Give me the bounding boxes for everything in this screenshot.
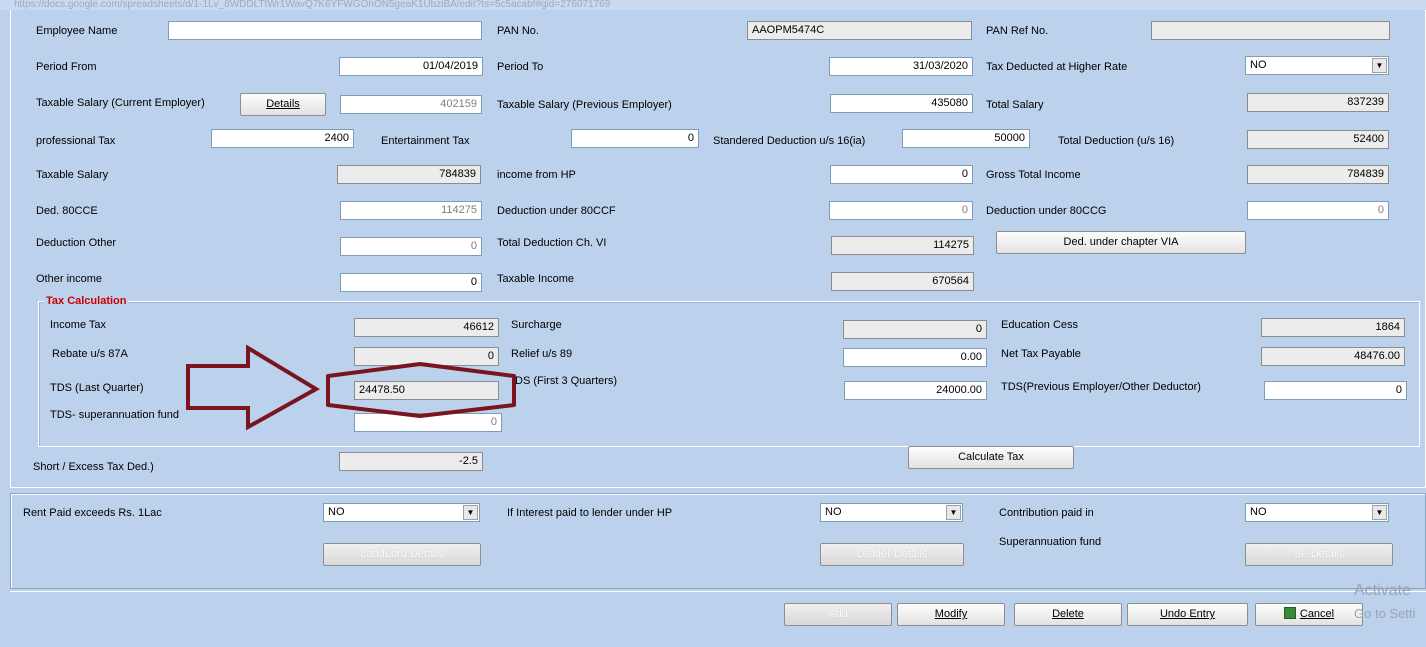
- calculate-tax-label: Calculate Tax: [958, 451, 1024, 463]
- add-button[interactable]: Add: [784, 603, 892, 626]
- cancel-button[interactable]: Cancel: [1255, 603, 1363, 626]
- modify-label: Modify: [934, 608, 968, 620]
- interest-lender-value: NO: [825, 506, 842, 518]
- modify-button[interactable]: Modify: [897, 603, 1005, 626]
- undo-entry-label: Undo Entry: [1159, 608, 1216, 620]
- sf-details-button[interactable]: SF Details: [1245, 543, 1393, 566]
- interest-lender-select[interactable]: NO ▼: [820, 503, 963, 522]
- short-excess-field[interactable]: -2.5: [339, 452, 483, 471]
- delete-label: Delete: [1052, 608, 1084, 620]
- contribution-value: NO: [1250, 506, 1267, 518]
- extras-panel: [10, 493, 1426, 589]
- short-excess-label: Short / Excess Tax Ded.): [33, 461, 154, 473]
- rent-paid-value: NO: [328, 506, 345, 518]
- settings-watermark: Go to Setti: [1354, 606, 1416, 621]
- rent-paid-select[interactable]: NO ▼: [323, 503, 480, 522]
- cancel-icon: [1283, 607, 1296, 620]
- lender-details-button[interactable]: Lender Details: [820, 543, 964, 566]
- delete-button[interactable]: Delete: [1014, 603, 1122, 626]
- interest-lender-label: If Interest paid to lender under HP: [507, 507, 673, 519]
- dropdown-arrow-icon[interactable]: ▼: [946, 505, 961, 520]
- dropdown-arrow-icon[interactable]: ▼: [1372, 505, 1387, 520]
- activate-watermark: Activate: [1354, 582, 1411, 599]
- contribution-select[interactable]: NO ▼: [1245, 503, 1389, 522]
- landlord-details-button[interactable]: LandLord Details: [323, 543, 481, 566]
- contribution-paid-label: Contribution paid in: [999, 507, 1094, 519]
- calculate-tax-button[interactable]: Calculate Tax: [908, 446, 1074, 469]
- annotation-ellipse-icon: [326, 362, 516, 418]
- cancel-label: Cancel: [1299, 608, 1335, 620]
- superannuation-fund-label: Superannuation fund: [999, 536, 1102, 548]
- rent-paid-label: Rent Paid exceeds Rs. 1Lac: [23, 507, 162, 519]
- annotation-arrow-icon: [186, 344, 320, 431]
- undo-entry-button[interactable]: Undo Entry: [1127, 603, 1248, 626]
- dropdown-arrow-icon[interactable]: ▼: [463, 505, 478, 520]
